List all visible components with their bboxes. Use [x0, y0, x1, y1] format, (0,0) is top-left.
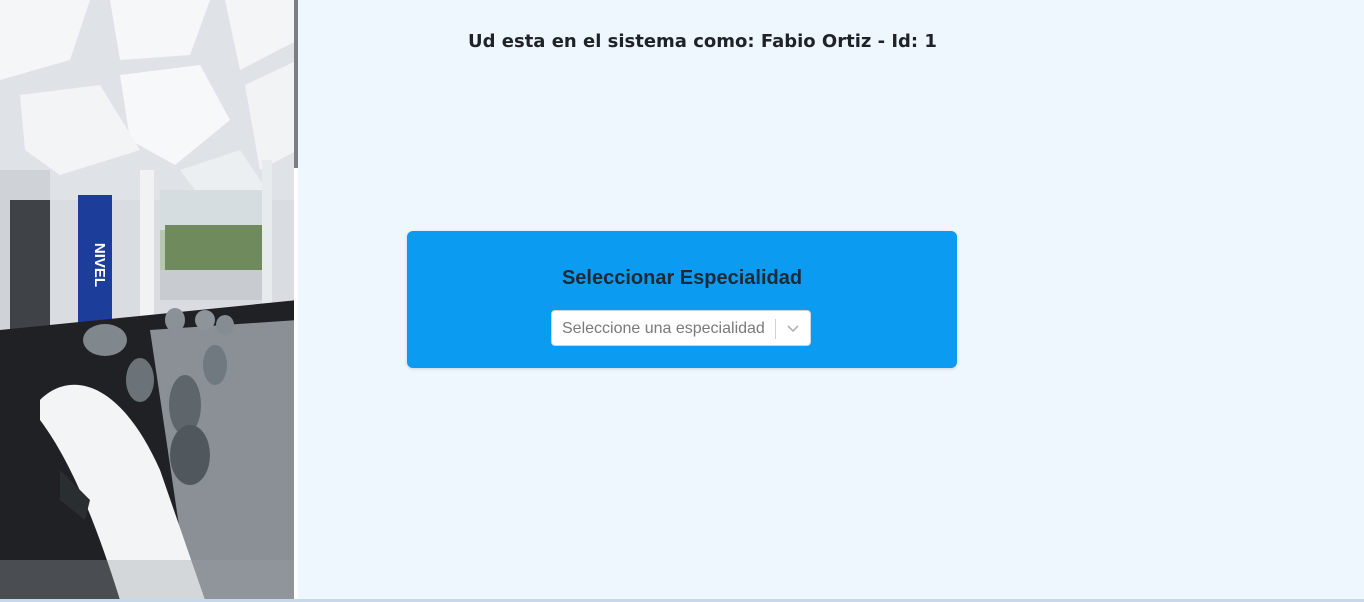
specialty-card: Seleccionar Especialidad Seleccione una …	[407, 231, 957, 368]
logged-in-user-text: Ud esta en el sistema como: Fabio Ortiz …	[468, 31, 937, 52]
select-placeholder: Seleccione una especialidad	[562, 320, 765, 337]
nivel-sign: NIVEL	[91, 243, 108, 287]
lobby-photo: NIVEL	[0, 0, 298, 600]
select-separator	[775, 319, 776, 339]
page: NIVEL Ud esta en el sistema como: Fabio …	[0, 0, 1364, 602]
card-title: Seleccionar Especialidad	[561, 267, 803, 289]
photo-edge	[294, 0, 298, 168]
photo-edge	[294, 168, 298, 600]
specialty-select[interactable]: Seleccione una especialidad	[551, 310, 811, 346]
chevron-down-icon[interactable]	[784, 322, 802, 336]
